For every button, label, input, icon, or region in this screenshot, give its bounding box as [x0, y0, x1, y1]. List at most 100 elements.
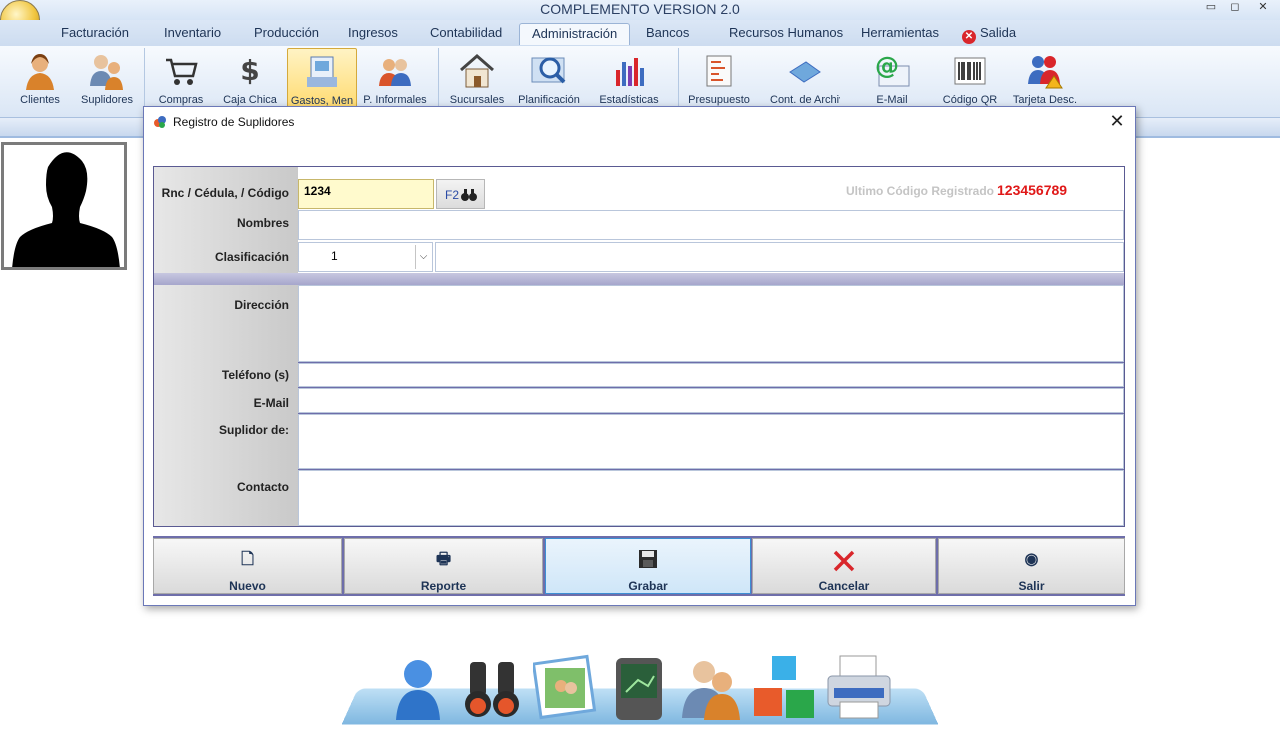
- tab-recursos-humanos[interactable]: Recursos Humanos: [717, 23, 855, 45]
- suppliers-icon: [88, 52, 126, 90]
- minimize-button[interactable]: ▭: [1200, 0, 1222, 14]
- section-divider: [154, 273, 1124, 285]
- ribbon-separator: [678, 48, 679, 114]
- pda-icon[interactable]: [608, 654, 668, 720]
- ribbon-cont-archivo[interactable]: Cont. de Archivo: [770, 48, 840, 114]
- title-bar: COMPLEMENTO VERSION 2.0 ▭ ◻ ✕: [0, 0, 1280, 20]
- barcode-icon: [951, 52, 989, 90]
- chevron-down-icon[interactable]: ⌵: [415, 245, 431, 269]
- exit-icon: ✕: [962, 30, 976, 44]
- ribbon-compras[interactable]: Compras: [146, 48, 216, 114]
- ribbon-label: Compras: [158, 94, 204, 106]
- informal-people-icon: [376, 52, 414, 90]
- tab-contabilidad[interactable]: Contabilidad: [418, 23, 514, 45]
- contacto-label: Contacto: [237, 480, 289, 494]
- supplier-form: Rnc / Cédula, / Código 1234 F2 Ultimo Có…: [153, 166, 1125, 527]
- grabar-label: Grabar: [628, 579, 668, 593]
- photos-icon[interactable]: [531, 654, 597, 720]
- people-warning-icon: [1026, 52, 1064, 90]
- clients-icon: [21, 52, 59, 90]
- f2-search-button[interactable]: F2: [436, 179, 485, 209]
- dialog-close-button[interactable]: ✕: [1107, 111, 1127, 131]
- email-input[interactable]: [298, 388, 1124, 413]
- nuevo-button[interactable]: 🗋 Nuevo: [153, 538, 342, 594]
- ribbon-suplidores[interactable]: Suplidores: [72, 48, 142, 114]
- ribbon-codigo-qr[interactable]: Código QR: [935, 48, 1005, 114]
- rnc-input[interactable]: 1234: [298, 179, 434, 209]
- direccion-label: Dirección: [234, 298, 289, 312]
- grabar-button[interactable]: Grabar: [545, 538, 751, 594]
- reporte-button[interactable]: 🖶 Reporte: [344, 538, 543, 594]
- close-window-button[interactable]: ✕: [1252, 0, 1274, 14]
- reporte-label: Reporte: [420, 579, 467, 593]
- clasificacion-value: 1: [331, 249, 338, 263]
- tab-bancos[interactable]: Bancos: [634, 23, 701, 45]
- ribbon-p-informales[interactable]: P. Informales: [360, 48, 430, 114]
- ribbon-presupuesto[interactable]: Presupuesto: [684, 48, 754, 114]
- file-control-icon: [786, 52, 824, 90]
- binoculars-icon: [461, 189, 477, 201]
- window-title: COMPLEMENTO VERSION 2.0: [540, 1, 740, 17]
- tab-produccion[interactable]: Producción: [242, 23, 331, 45]
- tab-ingresos[interactable]: Ingresos: [336, 23, 410, 45]
- dialog-title: Registro de Suplidores: [173, 115, 295, 129]
- ribbon-label: P. Informales: [363, 94, 427, 106]
- house-icon: [458, 52, 496, 90]
- save-icon: [546, 549, 750, 571]
- printer-icon[interactable]: [824, 654, 891, 720]
- contacts-icon[interactable]: [680, 654, 740, 720]
- ribbon-tarjeta-desc[interactable]: Tarjeta Desc.: [1010, 48, 1080, 114]
- ribbon-separator: [438, 48, 439, 114]
- form-top-section: Rnc / Cédula, / Código 1234 F2 Ultimo Có…: [154, 167, 1124, 273]
- ultimo-codigo-label: Ultimo Código Registrado: [846, 184, 994, 198]
- ribbon-gastos[interactable]: Gastos, Men: [287, 48, 357, 114]
- binoculars-icon[interactable]: [460, 654, 520, 720]
- email-label: E-Mail: [253, 396, 289, 410]
- person-silhouette-icon: [12, 152, 120, 267]
- ribbon-label: Sucursales: [449, 94, 505, 106]
- nombres-label: Nombres: [236, 216, 289, 230]
- svg-text:@: @: [875, 52, 899, 80]
- clasificacion-description: [435, 242, 1124, 272]
- clasificacion-select[interactable]: 1 ⌵: [298, 242, 433, 272]
- ribbon-label: Tarjeta Desc.: [1012, 94, 1078, 106]
- ribbon-clientes[interactable]: Clientes: [5, 48, 75, 114]
- contacto-input[interactable]: [298, 470, 1124, 526]
- app-icon: [154, 116, 166, 128]
- tab-herramientas[interactable]: Herramientas: [849, 23, 951, 45]
- ribbon-label: Presupuesto: [688, 94, 750, 106]
- ribbon-separator: [144, 48, 145, 114]
- direccion-input[interactable]: [298, 285, 1124, 362]
- tab-inventario[interactable]: Inventario: [152, 23, 233, 45]
- supplier-photo: [1, 142, 127, 270]
- tab-salida[interactable]: ✕ Salida: [950, 23, 1028, 45]
- exit-door-icon: ◉: [1024, 551, 1039, 568]
- ribbon-planificacion[interactable]: Planificación: [514, 48, 584, 114]
- nuevo-label: Nuevo: [229, 579, 266, 593]
- ribbon-caja-chica[interactable]: $ Caja Chica: [215, 48, 285, 114]
- ribbon-email[interactable]: @ E-Mail: [857, 48, 927, 114]
- salir-button[interactable]: ◉ Salir: [938, 538, 1125, 594]
- nombres-input[interactable]: [298, 210, 1124, 240]
- ribbon-label: Caja Chica: [223, 94, 277, 106]
- cancelar-button[interactable]: Cancelar: [752, 538, 936, 594]
- telefono-label: Teléfono (s): [221, 368, 289, 382]
- email-icon: @: [873, 52, 911, 90]
- tab-administracion[interactable]: Administración: [519, 23, 631, 45]
- suplidor-de-input[interactable]: [298, 414, 1124, 469]
- salir-label: Salir: [1018, 579, 1045, 593]
- telefono-input[interactable]: [298, 363, 1124, 387]
- dialog-title-bar: Registro de Suplidores ✕: [144, 107, 1135, 137]
- ribbon-estadisticas[interactable]: Estadísticas: [594, 48, 664, 114]
- cancel-icon: [753, 549, 935, 572]
- ribbon-label: Estadísticas: [599, 94, 659, 106]
- tab-facturacion[interactable]: Facturación: [49, 23, 141, 45]
- rnc-label: Rnc / Cédula, / Código: [161, 186, 289, 200]
- clasificacion-label: Clasificación: [214, 250, 289, 264]
- printer-icon: 🖶: [435, 551, 452, 568]
- ribbon-sucursales[interactable]: Sucursales: [442, 48, 512, 114]
- cubes-icon[interactable]: [752, 654, 814, 720]
- ribbon-label: Clientes: [20, 94, 60, 106]
- maximize-button[interactable]: ◻: [1224, 0, 1246, 14]
- user-icon[interactable]: [388, 654, 448, 720]
